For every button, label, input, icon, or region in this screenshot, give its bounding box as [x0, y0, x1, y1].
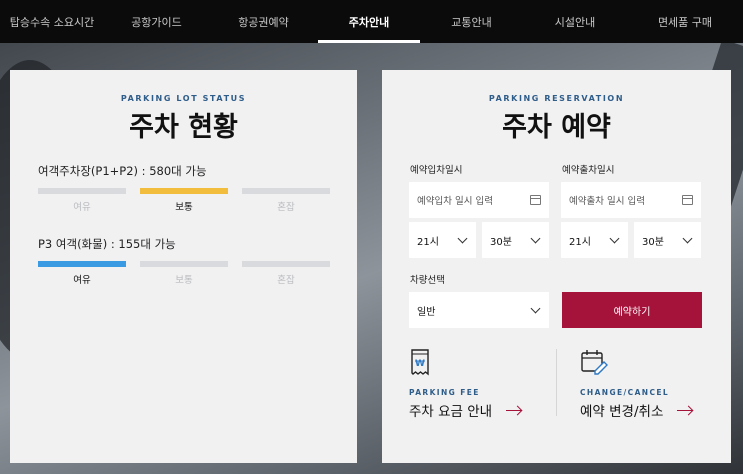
level-crowded: 혼잡 [242, 261, 330, 286]
parking-lot-p3: P3 여객(화물) : 155대 가능 여유 보통 혼잡 [38, 236, 331, 286]
nav-item-facilities[interactable]: 시설안내 [523, 0, 627, 43]
chevron-down-icon [530, 303, 541, 313]
exit-minute-select[interactable]: 30분 [634, 222, 701, 258]
level-bar [38, 188, 126, 194]
reservation-title: 주차 예약 [502, 112, 611, 143]
parking-fee-title: 주차 요금 안내 [409, 404, 493, 420]
nav-item-label: 교통안내 [451, 15, 492, 29]
exit-hour-value: 21시 [569, 236, 591, 248]
chevron-down-icon [609, 233, 620, 243]
nav-item-ticket-booking[interactable]: 항공권예약 [209, 0, 318, 43]
entry-datetime-label: 예약입차일시 [410, 165, 463, 176]
level-bar [242, 188, 330, 194]
exit-date-input[interactable]: 예약출차 일시 입력 [561, 182, 701, 218]
entry-date-input[interactable]: 예약입차 일시 입력 [409, 182, 549, 218]
top-navigation: 탑승수속 소요시간 공항가이드 항공권예약 주차안내 교통안내 시설안내 면세품… [0, 0, 743, 43]
level-label: 보통 [175, 202, 193, 213]
arrow-right-icon [677, 409, 693, 411]
exit-date-placeholder: 예약출차 일시 입력 [569, 196, 645, 207]
nav-item-label: 탑승수속 소요시간 [9, 15, 95, 29]
nav-item-label: 시설안내 [554, 15, 596, 29]
nav-item-label: 면세품 구매 [657, 15, 713, 29]
entry-date-placeholder: 예약입차 일시 입력 [417, 196, 493, 207]
entry-hour-value: 21시 [417, 236, 439, 248]
parking-reservation-panel: PARKING RESERVATION 주차 예약 예약입차일시 예약출차일시 … [382, 70, 731, 463]
entry-hour-select[interactable]: 21시 [409, 222, 476, 258]
lot-name: P3 여객(화물) : 155대 가능 [38, 237, 176, 251]
svg-text:₩: ₩ [415, 359, 425, 369]
nav-item-transport[interactable]: 교통안내 [420, 0, 523, 43]
reservation-eyebrow: PARKING RESERVATION [488, 94, 625, 103]
calendar-edit-icon [581, 350, 608, 375]
change-cancel-title: 예약 변경/취소 [580, 404, 664, 420]
calendar-icon [682, 195, 693, 205]
arrow-right-icon [506, 409, 522, 411]
reserve-button[interactable]: 예약하기 [562, 292, 702, 328]
nav-item-checkin-time[interactable]: 탑승수속 소요시간 [0, 0, 104, 43]
level-bar [140, 261, 228, 267]
level-bar [38, 261, 126, 267]
chevron-down-icon [682, 233, 693, 243]
entry-minute-select[interactable]: 30분 [482, 222, 549, 258]
change-cancel-link[interactable]: CHANGE/CANCEL 예약 변경/취소 [580, 348, 720, 420]
exit-hour-select[interactable]: 21시 [561, 222, 628, 258]
vehicle-label: 차량선택 [410, 275, 445, 286]
parking-lot-p1p2: 여객주차장(P1+P2) : 580대 가능 여유 보통 혼잡 [38, 163, 331, 213]
level-bar [140, 188, 228, 194]
level-bar [242, 261, 330, 267]
chevron-down-icon [530, 233, 541, 243]
level-label: 혼잡 [277, 275, 295, 286]
chevron-down-icon [457, 233, 468, 243]
congestion-bars: 여유 보통 혼잡 [38, 188, 331, 213]
vehicle-select[interactable]: 일반 [409, 292, 549, 328]
change-cancel-title-row: 예약 변경/취소 [580, 400, 720, 420]
level-relaxed: 여유 [38, 188, 126, 213]
parking-fee-title-row: 주차 요금 안내 [409, 400, 549, 420]
level-normal-current: 보통 [140, 188, 228, 213]
level-label: 혼잡 [277, 202, 295, 213]
exit-datetime-label: 예약출차일시 [562, 165, 615, 176]
nav-item-label: 항공권예약 [238, 15, 289, 29]
nav-item-airport-guide[interactable]: 공항가이드 [104, 0, 209, 43]
level-relaxed-current: 여유 [38, 261, 126, 286]
nav-item-duty-free[interactable]: 면세품 구매 [627, 0, 743, 43]
level-label: 여유 [73, 275, 91, 286]
status-title: 주차 현황 [129, 112, 238, 143]
lot-name: 여객주차장(P1+P2) : 580대 가능 [38, 164, 207, 178]
level-crowded: 혼잡 [242, 188, 330, 213]
parking-status-panel: PARKING LOT STATUS 주차 현황 여객주차장(P1+P2) : … [10, 70, 357, 463]
parking-fee-eyebrow: PARKING FEE [409, 388, 480, 397]
level-label: 보통 [175, 275, 193, 286]
nav-item-label: 공항가이드 [131, 15, 182, 29]
nav-item-parking[interactable]: 주차안내 [318, 0, 420, 43]
vehicle-value: 일반 [417, 306, 436, 318]
quick-links-divider [556, 349, 557, 416]
nav-item-label: 주차안내 [348, 15, 390, 29]
calendar-icon [530, 195, 541, 205]
change-cancel-eyebrow: CHANGE/CANCEL [580, 388, 670, 397]
entry-minute-value: 30분 [490, 236, 512, 248]
exit-minute-value: 30분 [642, 236, 664, 248]
congestion-bars: 여유 보통 혼잡 [38, 261, 331, 286]
receipt-won-icon: ₩ [411, 349, 429, 376]
parking-fee-link[interactable]: ₩ PARKING FEE 주차 요금 안내 [409, 348, 549, 420]
status-eyebrow: PARKING LOT STATUS [120, 94, 247, 103]
level-label: 여유 [73, 202, 91, 213]
level-normal: 보통 [140, 261, 228, 286]
